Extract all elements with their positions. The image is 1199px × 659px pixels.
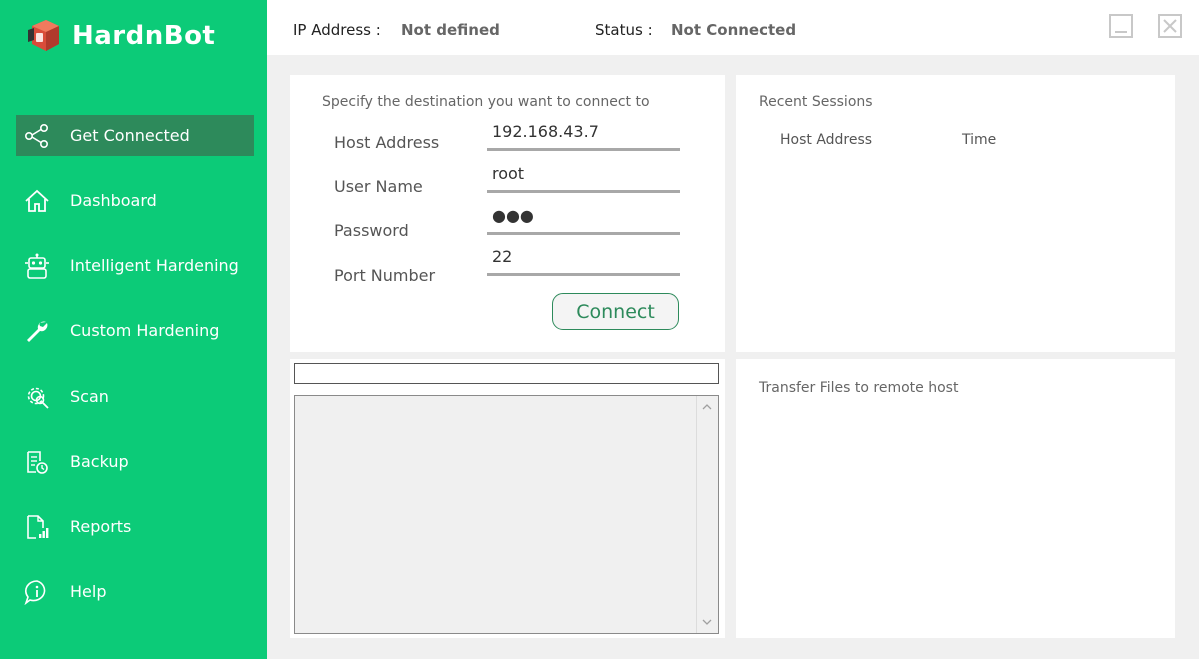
host-address-label: Host Address bbox=[334, 133, 440, 152]
minimize-button[interactable] bbox=[1109, 14, 1133, 38]
backup-icon bbox=[27, 451, 48, 474]
sidebar-item-label: Intelligent Hardening bbox=[70, 256, 239, 275]
home-icon bbox=[25, 189, 49, 212]
host-address-input[interactable] bbox=[487, 119, 680, 151]
output-log-textarea[interactable] bbox=[294, 395, 719, 634]
output-panel bbox=[290, 359, 725, 638]
sidebar-item-label: Help bbox=[70, 582, 107, 601]
minimize-icon bbox=[1115, 31, 1127, 33]
report-chart-icon bbox=[27, 515, 49, 539]
recent-sessions-title: Recent Sessions bbox=[759, 94, 873, 110]
hardnbot-logo-icon bbox=[28, 20, 59, 51]
vertical-scrollbar[interactable] bbox=[696, 396, 718, 633]
sidebar-item-get-connected[interactable]: Get Connected bbox=[16, 115, 254, 156]
info-icon bbox=[24, 580, 46, 605]
sidebar-item-label: Get Connected bbox=[70, 126, 190, 145]
port-number-label: Port Number bbox=[334, 266, 436, 285]
app-logo: HardnBot bbox=[26, 18, 246, 58]
connect-button[interactable]: Connect bbox=[552, 293, 679, 330]
ip-address-value: Not defined bbox=[401, 21, 500, 39]
transfer-files-panel: Transfer Files to remote host bbox=[736, 359, 1175, 638]
password-input[interactable] bbox=[487, 203, 680, 235]
sidebar-item-label: Custom Hardening bbox=[70, 321, 220, 340]
sidebar-item-intelligent-hardening[interactable]: Intelligent Hardening bbox=[16, 245, 254, 286]
password-label: Password bbox=[334, 221, 409, 240]
connect-panel-title: Specify the destination you want to conn… bbox=[322, 94, 650, 110]
status-value: Not Connected bbox=[671, 21, 797, 39]
status-label: Status : bbox=[595, 21, 653, 39]
sidebar-item-dashboard[interactable]: Dashboard bbox=[16, 180, 254, 221]
sidebar-item-label: Backup bbox=[70, 452, 129, 471]
sidebar-item-scan[interactable]: Scan bbox=[16, 376, 254, 417]
sidebar: HardnBot Get Connected Dashboard Intelli… bbox=[0, 0, 267, 659]
sidebar-item-help[interactable]: Help bbox=[16, 571, 254, 612]
user-name-input[interactable] bbox=[487, 161, 680, 193]
top-header: IP Address : Not defined Status : Not Co… bbox=[267, 0, 1199, 55]
robot-icon bbox=[25, 253, 49, 279]
column-header-host-address: Host Address bbox=[780, 132, 873, 148]
user-name-label: User Name bbox=[334, 177, 423, 196]
sidebar-item-label: Dashboard bbox=[70, 191, 157, 210]
close-icon bbox=[1163, 19, 1177, 33]
column-header-time: Time bbox=[962, 132, 997, 148]
scroll-down-icon[interactable] bbox=[702, 617, 712, 627]
close-button[interactable] bbox=[1158, 14, 1182, 38]
app-name: HardnBot bbox=[72, 21, 216, 51]
ip-address-label: IP Address : bbox=[293, 21, 381, 39]
connect-panel: Specify the destination you want to conn… bbox=[290, 75, 725, 352]
port-number-input[interactable] bbox=[487, 244, 680, 276]
sidebar-item-label: Scan bbox=[70, 387, 109, 406]
sidebar-item-backup[interactable]: Backup bbox=[16, 441, 254, 482]
recent-sessions-panel: Recent Sessions Host Address Time bbox=[736, 75, 1175, 352]
sidebar-item-label: Reports bbox=[70, 517, 132, 536]
gear-scan-icon bbox=[27, 387, 49, 409]
scroll-up-icon[interactable] bbox=[702, 402, 712, 412]
transfer-files-title: Transfer Files to remote host bbox=[759, 380, 959, 396]
progress-bar bbox=[294, 363, 719, 384]
sidebar-item-reports[interactable]: Reports bbox=[16, 506, 254, 547]
share-nodes-icon bbox=[24, 123, 48, 148]
wrench-icon bbox=[27, 321, 48, 342]
sidebar-item-custom-hardening[interactable]: Custom Hardening bbox=[16, 310, 254, 351]
